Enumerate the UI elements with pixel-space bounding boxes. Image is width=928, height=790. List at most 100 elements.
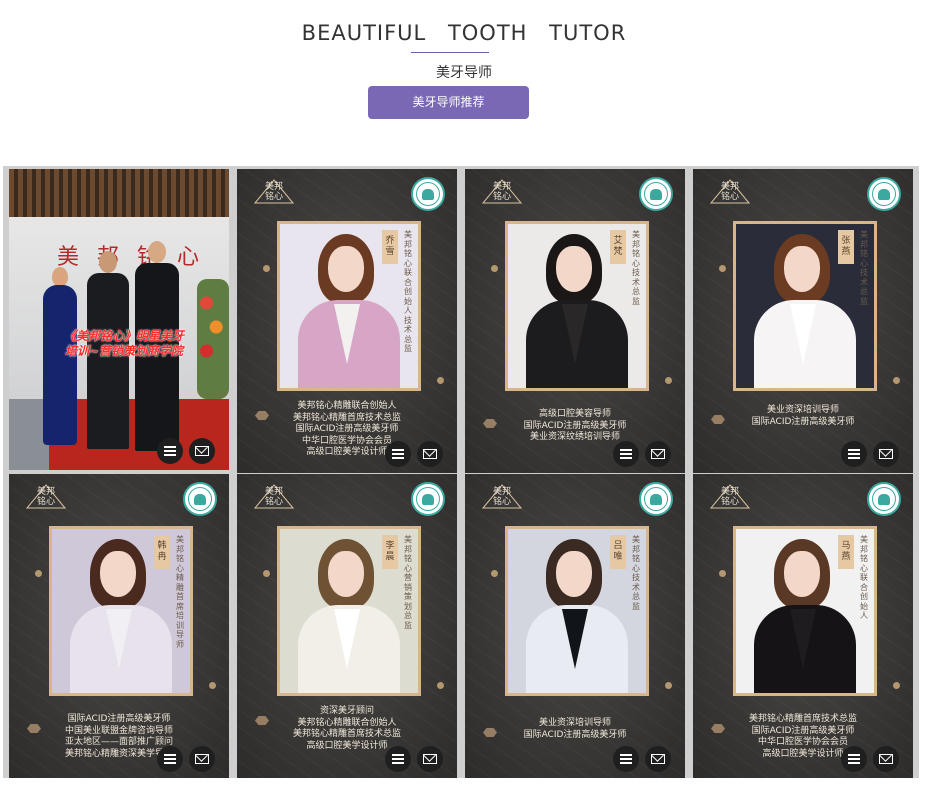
tutor-recommend-tab[interactable]: 美牙导师推荐 [368, 86, 529, 119]
mail-button[interactable] [645, 441, 671, 467]
credential-line: 美业资深培训导师 [471, 718, 679, 730]
brand-logo-text: 美邦铭心 [263, 487, 285, 507]
tutor-name: 马燕 [838, 535, 854, 569]
tutor-vertical-title: 美邦铭心联合创始人技术总监 [403, 230, 413, 354]
brand-logo-text: 美邦铭心 [719, 487, 741, 507]
mail-button[interactable] [645, 746, 671, 772]
tooth-badge-icon [411, 177, 445, 211]
list-button[interactable] [157, 746, 183, 772]
brand-logo-text: 美邦铭心 [719, 182, 741, 202]
brand-logo: 美邦铭心 [481, 179, 523, 205]
credential-line: 中华口腔医学协会会员 [699, 737, 907, 749]
section-header: BEAUTIFUL TOOTH TUTOR 美牙导师 美牙导师推荐 [0, 0, 928, 130]
decor-dot [893, 377, 900, 384]
list-icon [620, 754, 632, 764]
credential-line: 美邦铭心精雕联合创始人 [243, 718, 451, 730]
team-photo-card[interactable]: 美邦铭心 《美邦铭心》明星美牙 培训~营销策划商学院 [9, 169, 229, 470]
brand-logo: 美邦铭心 [253, 484, 295, 510]
credential-line: 国际ACID注册高级美牙师 [471, 730, 679, 742]
title-word: TUTOR [549, 21, 626, 45]
mail-icon [651, 449, 665, 459]
decor-dot [719, 570, 726, 577]
decor-dot [35, 570, 42, 577]
tooth-badge-icon [183, 482, 217, 516]
list-button[interactable] [385, 441, 411, 467]
mail-button[interactable] [873, 746, 899, 772]
mail-icon [879, 754, 893, 764]
credential-line: 亚太地区——面部推广顾问 [15, 737, 223, 749]
mail-icon [651, 754, 665, 764]
tutor-credentials: 美业资深培训导师国际ACID注册高级美牙师 [699, 405, 907, 428]
section-title-en: BEAUTIFUL TOOTH TUTOR [0, 21, 928, 45]
mail-button[interactable] [189, 746, 215, 772]
portrait-frame: 韩冉 美邦铭心精雕首席培训导师 [49, 526, 193, 696]
list-icon [164, 754, 176, 764]
portrait-frame: 艾梵 美邦铭心技术总监 [505, 221, 649, 391]
list-icon [848, 449, 860, 459]
tutor-credentials: 高级口腔美容导师国际ACID注册高级美牙师美业资深纹绣培训导师 [471, 409, 679, 444]
tutor-name: 吕唯 [610, 535, 626, 569]
mail-icon [195, 754, 209, 764]
tutor-card[interactable]: 美邦铭心 韩冉 美邦铭心精雕首席培训导师 国际ACID注册高级美牙师中国美业联盟… [9, 474, 229, 778]
tutor-card[interactable]: 美邦铭心 马燕 美邦铭心联合创始人 美邦铭心精雕首席技术总监国际ACID注册高级… [693, 474, 913, 778]
tutor-grid: 美邦铭心 《美邦铭心》明星美牙 培训~营销策划商学院 美邦铭心 [3, 166, 919, 778]
tutor-card[interactable]: 美邦铭心 乔雪 美邦铭心联合创始人技术总监 美邦铭心精雕联合创始人美邦铭心精雕首… [237, 169, 457, 473]
list-button[interactable] [841, 441, 867, 467]
list-button[interactable] [613, 441, 639, 467]
tutor-vertical-title: 美邦铭心技术总监 [859, 230, 869, 306]
brand-logo-text: 美邦铭心 [263, 182, 285, 202]
tutor-vertical-title: 美邦铭心技术总监 [631, 535, 641, 611]
credential-line: 中国美业联盟金牌咨询导师 [15, 726, 223, 738]
mail-button[interactable] [417, 746, 443, 772]
tutor-card[interactable]: 美邦铭心 吕唯 美邦铭心技术总监 美业资深培训导师国际ACID注册高级美牙师 [465, 474, 685, 778]
mail-icon [879, 449, 893, 459]
credential-line: 高级口腔美容导师 [471, 409, 679, 421]
brand-logo: 美邦铭心 [709, 484, 751, 510]
credential-line: 美邦铭心精雕联合创始人 [243, 401, 451, 413]
portrait-frame: 吕唯 美邦铭心技术总监 [505, 526, 649, 696]
list-button[interactable] [157, 438, 183, 464]
title-word: BEAUTIFUL [302, 21, 427, 45]
title-word: TOOTH [448, 21, 528, 45]
list-icon [164, 446, 176, 456]
title-divider [411, 52, 489, 53]
mail-button[interactable] [417, 441, 443, 467]
mail-button[interactable] [189, 438, 215, 464]
credential-line: 资深美牙顾问 [243, 706, 451, 718]
tutor-card[interactable]: 美邦铭心 张燕 美邦铭心技术总监 美业资深培训导师国际ACID注册高级美牙师 [693, 169, 913, 473]
brand-logo: 美邦铭心 [253, 179, 295, 205]
tutor-name: 乔雪 [382, 230, 398, 264]
tutor-card[interactable]: 美邦铭心 艾梵 美邦铭心技术总监 高级口腔美容导师国际ACID注册高级美牙师美业… [465, 169, 685, 473]
mail-button[interactable] [873, 441, 899, 467]
decor-dot [263, 570, 270, 577]
list-button[interactable] [613, 746, 639, 772]
list-button[interactable] [385, 746, 411, 772]
section-subtitle: 美牙导师 [0, 62, 928, 82]
decor-dot [437, 377, 444, 384]
tooth-badge-icon [867, 482, 901, 516]
credential-line: 美邦铭心精雕首席技术总监 [243, 729, 451, 741]
credential-line: 美业资深纹绣培训导师 [471, 432, 679, 444]
tutor-credentials: 美业资深培训导师国际ACID注册高级美牙师 [471, 718, 679, 741]
photo-ceiling [9, 169, 229, 217]
decor-dot [263, 265, 270, 272]
tutor-name: 张燕 [838, 230, 854, 264]
mail-icon [423, 449, 437, 459]
mail-icon [195, 446, 209, 456]
tutor-vertical-title: 美邦铭心联合创始人 [859, 535, 869, 621]
list-button[interactable] [841, 746, 867, 772]
tutor-credentials: 资深美牙顾问美邦铭心精雕联合创始人美邦铭心精雕首席技术总监高级口腔美学设计师 [243, 706, 451, 752]
decor-dot [491, 570, 498, 577]
brand-logo-text: 美邦铭心 [35, 487, 57, 507]
credential-line: 国际ACID注册高级美牙师 [243, 424, 451, 436]
photo-overlay-text: 《美邦铭心》明星美牙 培训~营销策划商学院 [29, 329, 219, 359]
decor-dot [209, 682, 216, 689]
credential-line: 国际ACID注册高级美牙师 [471, 421, 679, 433]
decor-dot [437, 682, 444, 689]
credential-line: 国际ACID注册高级美牙师 [699, 417, 907, 429]
list-icon [392, 449, 404, 459]
credential-line: 美邦铭心精雕首席技术总监 [699, 714, 907, 726]
decor-dot [719, 265, 726, 272]
tutor-card[interactable]: 美邦铭心 李晨 美邦铭心营销策划总监 资深美牙顾问美邦铭心精雕联合创始人美邦铭心… [237, 474, 457, 778]
overlay-line: 《美邦铭心》明星美牙 [29, 329, 219, 344]
